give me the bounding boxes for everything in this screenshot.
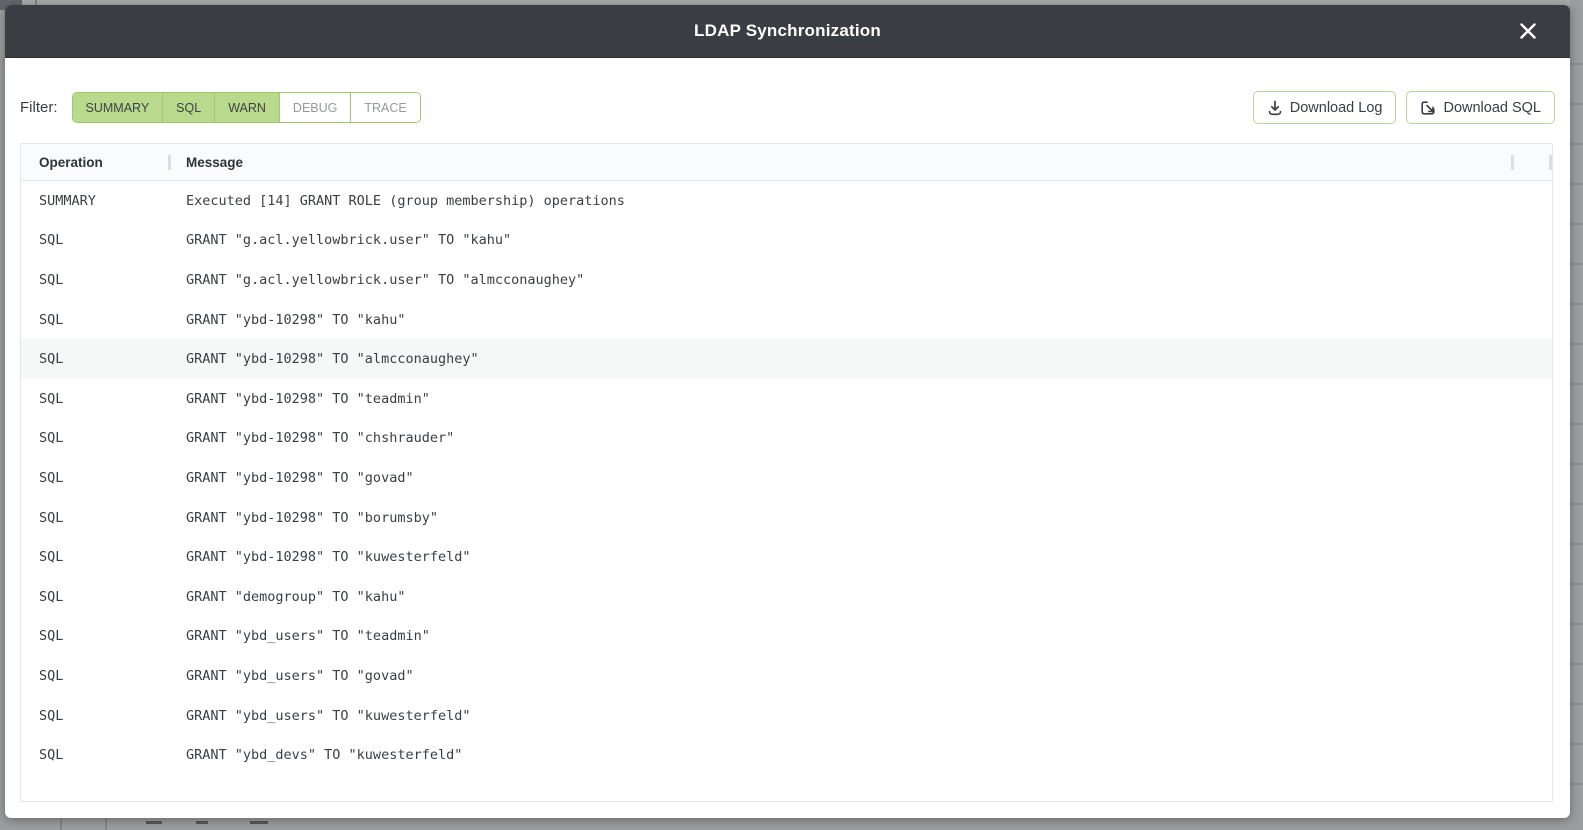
filter-toggle-warn[interactable]: WARN [214,93,279,122]
log-row[interactable]: SQL GRANT "ybd_users" TO "kuwesterfeld" [21,696,1552,736]
log-row[interactable]: SUMMARY Executed [14] GRANT ROLE (group … [21,181,1552,221]
log-row[interactable]: SQL GRANT "ybd-10298" TO "kuwesterfeld" [21,537,1552,577]
backdrop-text-fragment [196,821,208,824]
filter-toggle-debug[interactable]: DEBUG [279,93,350,122]
backdrop-column-line [60,818,62,830]
log-row-operation: SQL [21,391,169,407]
log-row-operation: SQL [21,668,169,684]
column-header-operation[interactable]: Operation [21,155,169,170]
log-row-message: GRANT "ybd-10298" TO "almcconaughey" [169,351,1552,367]
log-table-body: SUMMARY Executed [14] GRANT ROLE (group … [21,181,1552,775]
log-row-operation: SQL [21,708,169,724]
export-icon [1420,100,1436,116]
log-row-message: GRANT "ybd-10298" TO "teadmin" [169,391,1552,407]
filter-toggle-trace[interactable]: TRACE [350,93,419,122]
log-row-message: GRANT "ybd_users" TO "teadmin" [169,628,1552,644]
log-row[interactable]: SQL GRANT "g.acl.yellowbrick.user" TO "a… [21,260,1552,300]
log-row-operation: SQL [21,312,169,328]
modal-title: LDAP Synchronization [694,21,881,41]
log-row-operation: SQL [21,747,169,763]
log-row-operation: SQL [21,628,169,644]
log-row-message: GRANT "ybd_users" TO "govad" [169,668,1552,684]
log-row-message: GRANT "ybd_users" TO "kuwesterfeld" [169,708,1552,724]
log-table: Operation Message SUMMARY Executed [14] … [20,143,1553,802]
log-row-operation: SQL [21,232,169,248]
column-header-message[interactable]: Message [169,155,1511,170]
log-row[interactable]: SQL GRANT "ybd-10298" TO "teadmin" [21,379,1552,419]
log-row-message: GRANT "ybd-10298" TO "govad" [169,470,1552,486]
filter-toggle-summary[interactable]: SUMMARY [73,93,163,122]
backdrop-bottom-strip [0,818,1583,830]
log-row[interactable]: SQL GRANT "ybd-10298" TO "almcconaughey" [21,339,1552,379]
log-row[interactable]: SQL GRANT "demogroup" TO "kahu" [21,577,1552,617]
download-sql-button[interactable]: Download SQL [1406,91,1555,124]
log-row-operation: SQL [21,510,169,526]
column-resize-handle[interactable] [168,155,171,170]
log-row[interactable]: SQL GRANT "ybd-10298" TO "chshrauder" [21,419,1552,459]
backdrop-right-table-rows [1570,0,1583,830]
filter-label: Filter: [20,99,58,116]
log-row[interactable]: SQL GRANT "ybd_users" TO "teadmin" [21,617,1552,657]
log-table-header: Operation Message [21,144,1552,181]
log-row[interactable]: SQL GRANT "ybd_users" TO "govad" [21,656,1552,696]
log-row[interactable]: SQL GRANT "g.acl.yellowbrick.user" TO "k… [21,221,1552,261]
close-icon[interactable] [1516,19,1540,43]
backdrop-column-line [105,818,107,830]
download-icon [1267,100,1283,116]
log-row[interactable]: SQL GRANT "ybd-10298" TO "kahu" [21,300,1552,340]
filter-toggle-sql[interactable]: SQL [162,93,214,122]
log-row-message: GRANT "ybd-10298" TO "chshrauder" [169,430,1552,446]
log-row-operation: SUMMARY [21,193,169,209]
log-row-message: GRANT "ybd-10298" TO "kahu" [169,312,1552,328]
log-row-operation: SQL [21,549,169,565]
log-row-message: GRANT "g.acl.yellowbrick.user" TO "kahu" [169,232,1552,248]
log-row-message: GRANT "g.acl.yellowbrick.user" TO "almcc… [169,272,1552,288]
log-row-operation: SQL [21,430,169,446]
log-row[interactable]: SQL GRANT "ybd-10298" TO "borumsby" [21,498,1552,538]
ldap-sync-modal: LDAP Synchronization Filter: SUMMARYSQLW… [5,5,1570,818]
backdrop-text-fragment [146,821,162,824]
filter-segmented-control: SUMMARYSQLWARNDEBUGTRACE [72,92,421,123]
log-row-operation: SQL [21,272,169,288]
log-row-operation: SQL [21,589,169,605]
backdrop-text-fragment [250,821,268,824]
log-row[interactable]: SQL GRANT "ybd_devs" TO "kuwesterfeld" [21,735,1552,775]
modal-body: Filter: SUMMARYSQLWARNDEBUGTRACE Downloa… [5,58,1570,818]
log-row-message: GRANT "demogroup" TO "kahu" [169,589,1552,605]
log-row[interactable]: SQL GRANT "ybd-10298" TO "govad" [21,458,1552,498]
log-row-message: GRANT "ybd_devs" TO "kuwesterfeld" [169,747,1552,763]
toolbar: Filter: SUMMARYSQLWARNDEBUGTRACE Downloa… [20,91,1555,124]
log-row-message: GRANT "ybd-10298" TO "kuwesterfeld" [169,549,1552,565]
log-row-operation: SQL [21,470,169,486]
download-log-button[interactable]: Download Log [1253,91,1397,124]
log-row-message: GRANT "ybd-10298" TO "borumsby" [169,510,1552,526]
download-log-label: Download Log [1290,100,1383,116]
log-row-operation: SQL [21,351,169,367]
log-row-message: Executed [14] GRANT ROLE (group membersh… [169,193,1552,209]
download-sql-label: Download SQL [1443,100,1541,116]
column-resize-handle[interactable] [1511,155,1514,170]
modal-header: LDAP Synchronization [5,5,1570,58]
column-resize-handle[interactable] [1549,155,1552,170]
